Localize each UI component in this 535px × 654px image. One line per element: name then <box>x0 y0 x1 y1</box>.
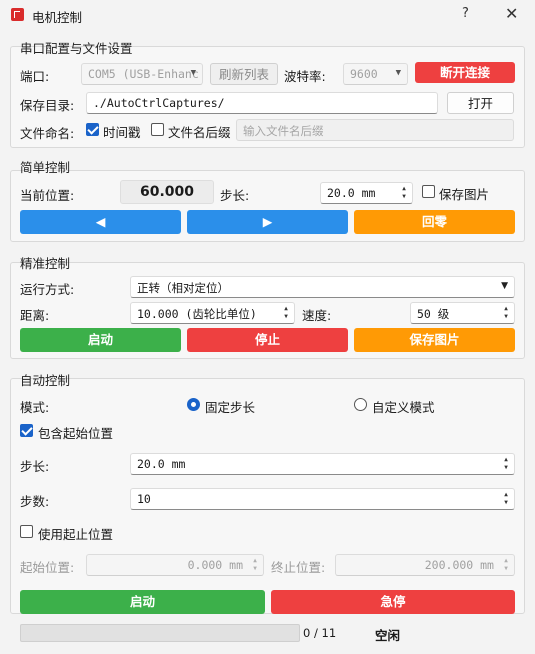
include-start-label: 包含起始位置 <box>38 426 114 441</box>
end-position-spinbox[interactable]: 200.000 mm ▲ ▼ <box>335 554 515 576</box>
step-label: 步长: <box>220 188 250 203</box>
window-title: 电机控制 <box>32 10 83 25</box>
precise-stop-button[interactable]: 停止 <box>187 328 348 352</box>
timestamp-label: 时间戳 <box>103 125 141 140</box>
fixed-step-label: 固定步长 <box>205 400 256 415</box>
disconnect-button[interactable]: 断开连接 <box>415 62 515 83</box>
position-label: 当前位置: <box>20 188 75 203</box>
start-position-label: 起始位置: <box>20 560 75 575</box>
spin-arrows-icon[interactable]: ▲ ▼ <box>501 305 511 321</box>
auto-mode-label: 模式: <box>20 400 50 415</box>
use-range-checkbox[interactable] <box>20 525 33 538</box>
precise-group-title: 精准控制 <box>20 256 71 271</box>
save-image-label: 保存图片 <box>439 187 490 202</box>
steps-count-spinbox[interactable]: 10 ▲ ▼ <box>130 488 515 510</box>
progress-text: 0 / 11 <box>303 626 337 640</box>
simple-group-title: 简单控制 <box>20 160 71 175</box>
fixed-step-radio[interactable] <box>187 398 200 411</box>
chevron-down-icon: ▼ <box>190 68 196 78</box>
spin-arrows-icon[interactable]: ▲ ▼ <box>281 305 291 321</box>
move-right-button[interactable]: ▶ <box>187 210 348 234</box>
app-icon <box>11 8 24 21</box>
speed-spinbox[interactable]: 50 级 ▲ ▼ <box>410 302 515 324</box>
distance-label: 距离: <box>20 308 50 323</box>
auto-group-title: 自动控制 <box>20 373 71 388</box>
run-mode-label: 运行方式: <box>20 282 75 297</box>
end-position-label: 终止位置: <box>271 560 326 575</box>
file-name-label: 文件命名: <box>20 126 75 141</box>
steps-count-label: 步数: <box>20 494 50 509</box>
title-bar: 电机控制 ? ✕ <box>0 0 535 30</box>
emergency-stop-button[interactable]: 急停 <box>271 590 515 614</box>
spin-arrows-icon[interactable]: ▲ ▼ <box>501 491 511 507</box>
serial-group-title: 串口配置与文件设置 <box>20 41 133 56</box>
spin-arrows-icon[interactable]: ▲ ▼ <box>399 185 409 201</box>
speed-label: 速度: <box>302 308 332 323</box>
progress-bar <box>20 624 300 642</box>
distance-spinbox[interactable]: 10.000 (齿轮比单位) ▲ ▼ <box>130 302 295 324</box>
timestamp-checkbox[interactable] <box>86 123 99 136</box>
run-mode-select[interactable]: 正转（相对定位） ▼ <box>130 276 515 298</box>
baud-label: 波特率: <box>284 69 326 84</box>
position-value: 60.000 <box>120 180 214 204</box>
help-button[interactable]: ? <box>462 6 469 21</box>
port-label: 端口: <box>20 69 50 84</box>
save-dir-label: 保存目录: <box>20 98 75 113</box>
chevron-down-icon: ▼ <box>501 281 508 291</box>
auto-step-spinbox[interactable]: 20.0 mm ▲ ▼ <box>130 453 515 475</box>
open-button[interactable]: 打开 <box>447 92 514 114</box>
auto-start-button[interactable]: 启动 <box>20 590 265 614</box>
custom-mode-label: 自定义模式 <box>372 400 435 415</box>
save-image-checkbox[interactable] <box>422 185 435 198</box>
port-select[interactable]: COM5 (USB-Enhanc ▼ <box>81 63 203 85</box>
status-label: 空闲 <box>375 628 401 643</box>
baud-select[interactable]: 9600 ▼ <box>343 63 408 85</box>
auto-step-label: 步长: <box>20 459 50 474</box>
save-dir-input[interactable]: ./AutoCtrlCaptures/ <box>86 92 438 114</box>
precise-start-button[interactable]: 启动 <box>20 328 181 352</box>
chevron-down-icon: ▼ <box>395 68 401 78</box>
step-spinbox[interactable]: 20.0 mm ▲ ▼ <box>320 182 413 204</box>
use-range-label: 使用起止位置 <box>38 527 114 542</box>
spin-arrows-icon: ▲ ▼ <box>253 557 257 572</box>
refresh-list-button[interactable]: 刷新列表 <box>210 63 278 85</box>
home-button[interactable]: 回零 <box>354 210 515 234</box>
start-position-spinbox[interactable]: 0.000 mm ▲ ▼ <box>86 554 264 576</box>
close-button[interactable]: ✕ <box>505 4 518 23</box>
include-start-checkbox[interactable] <box>20 424 33 437</box>
suffix-label: 文件名后缀 <box>168 125 231 140</box>
suffix-input[interactable]: 输入文件名后缀 <box>236 119 514 141</box>
move-left-button[interactable]: ◀ <box>20 210 181 234</box>
suffix-checkbox[interactable] <box>151 123 164 136</box>
spin-arrows-icon[interactable]: ▲ ▼ <box>501 456 511 472</box>
spin-arrows-icon: ▲ ▼ <box>504 557 508 572</box>
precise-save-image-button[interactable]: 保存图片 <box>354 328 515 352</box>
custom-mode-radio[interactable] <box>354 398 367 411</box>
